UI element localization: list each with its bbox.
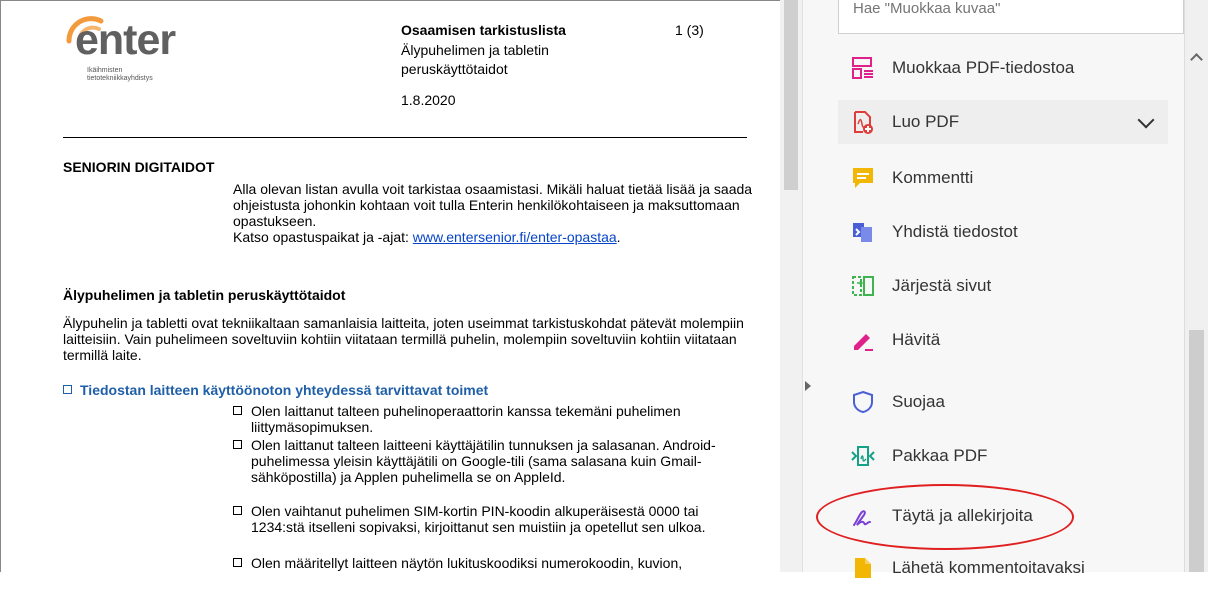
checkbox-icon — [233, 406, 242, 415]
panel-divider — [802, 0, 825, 572]
document-date: 1.8.2020 — [401, 92, 456, 108]
document-scrollbar-thumb[interactable] — [784, 0, 798, 190]
scroll-up-icon[interactable] — [1190, 53, 1203, 66]
enter-opastaa-link[interactable]: www.entersenior.fi/enter-opastaa — [413, 229, 617, 245]
checklist-heading: Tiedostan laitteen käyttöönoton yhteydes… — [63, 382, 488, 398]
tool-label: Luo PDF — [892, 112, 960, 131]
red-highlight-ellipse — [816, 484, 1074, 550]
logo-subtitle: Ikäihmisten tietotekniikkayhdistys — [87, 67, 153, 82]
tool-label: Yhdistä tiedostot — [892, 222, 1018, 241]
chevron-down-icon[interactable] — [1137, 111, 1155, 129]
checklist-item-label: Olen määritellyt laitteen näytön lukitus… — [251, 555, 683, 571]
intro-paragraph: Alla olevan listan avulla voit tarkistaa… — [233, 181, 753, 229]
redact-icon — [850, 327, 876, 353]
send-for-comments-icon — [850, 555, 876, 581]
section-title: SENIORIN DIGITAIDOT — [63, 159, 215, 175]
collapse-panel-icon[interactable] — [805, 381, 811, 391]
create-pdf-icon — [850, 109, 876, 135]
checklist-item-label: Olen laittanut talteen puhelinoperaattor… — [251, 403, 681, 435]
intro-link-prefix: Katso opastuspaikat ja -ajat: — [233, 229, 413, 245]
checkbox-icon — [233, 506, 242, 515]
checklist-item: Olen vaihtanut puhelimen SIM-kortin PIN-… — [233, 503, 753, 535]
tools-scrollbar-thumb[interactable] — [1189, 330, 1204, 572]
checklist-item: Olen laittanut talteen laitteeni käyttäj… — [233, 437, 753, 485]
tool-edit-pdf[interactable]: Muokkaa PDF-tiedostoa — [838, 46, 1168, 90]
tool-label: Järjestä sivut — [892, 276, 992, 295]
document-scrollbar[interactable] — [780, 0, 802, 572]
tool-protect[interactable]: Suojaa — [838, 380, 1168, 424]
checklist-heading-label: Tiedostan laitteen käyttöönoton yhteydes… — [80, 382, 489, 398]
subsection-paragraph: Älypuhelin ja tabletti ovat tekniikaltaa… — [63, 315, 744, 363]
checklist-item-label: Olen laittanut talteen laitteeni käyttäj… — [251, 437, 716, 485]
tools-panel: Muokkaa PDF-tiedostoa Luo PDF Kommentti … — [824, 0, 1184, 578]
tools-search-box[interactable] — [838, 0, 1184, 34]
tool-label: Kommentti — [892, 168, 974, 187]
tool-label: Hävitä — [892, 330, 941, 349]
comment-icon — [850, 165, 876, 191]
combine-files-icon — [850, 219, 876, 245]
document-subtitle: Älypuhelimen ja tabletin peruskäyttötaid… — [401, 42, 549, 77]
tool-label: Suojaa — [892, 392, 945, 411]
intro-text: Alla olevan listan avulla voit tarkistaa… — [233, 181, 753, 245]
checkbox-icon — [233, 558, 242, 567]
checkbox-icon — [63, 385, 72, 394]
compress-pdf-icon — [850, 443, 876, 469]
edit-pdf-icon — [850, 55, 876, 81]
tool-comment[interactable]: Kommentti — [838, 156, 1168, 200]
intro-link-suffix: . — [616, 229, 621, 245]
subsection-heading: Älypuhelimen ja tabletin peruskäyttötaid… — [63, 287, 346, 303]
pdf-document-page: enter Ikäihmisten tietotekniikkayhdistys… — [0, 0, 780, 572]
tool-compress-pdf[interactable]: Pakkaa PDF — [838, 434, 1168, 478]
header-divider — [63, 137, 747, 138]
tools-panel-scrollbar[interactable] — [1184, 0, 1208, 572]
protect-icon — [850, 389, 876, 415]
organize-pages-icon — [850, 273, 876, 299]
tools-search-input[interactable] — [851, 0, 1175, 20]
tool-label: Muokkaa PDF-tiedostoa — [892, 58, 1075, 77]
tool-label: Pakkaa PDF — [892, 446, 988, 465]
checkbox-icon — [233, 440, 242, 449]
tool-organize-pages[interactable]: Järjestä sivut — [838, 264, 1168, 308]
tool-label: Lähetä kommentoitavaksi — [892, 558, 1085, 577]
tool-send-for-comments[interactable]: Lähetä kommentoitavaksi — [838, 546, 1168, 590]
page-indicator: 1 (3) — [675, 22, 704, 38]
tool-redact[interactable]: Hävitä — [838, 318, 1168, 362]
checklist-item-label: Olen vaihtanut puhelimen SIM-kortin PIN-… — [251, 503, 706, 535]
tool-combine-files[interactable]: Yhdistä tiedostot — [838, 210, 1168, 254]
checklist-item: Olen määritellyt laitteen näytön lukitus… — [233, 555, 753, 571]
tool-create-pdf[interactable]: Luo PDF — [838, 100, 1168, 144]
document-title: Osaamisen tarkistuslista — [401, 22, 566, 38]
checklist-item: Olen laittanut talteen puhelinoperaattor… — [233, 403, 753, 435]
logo-text: enter — [75, 16, 176, 64]
